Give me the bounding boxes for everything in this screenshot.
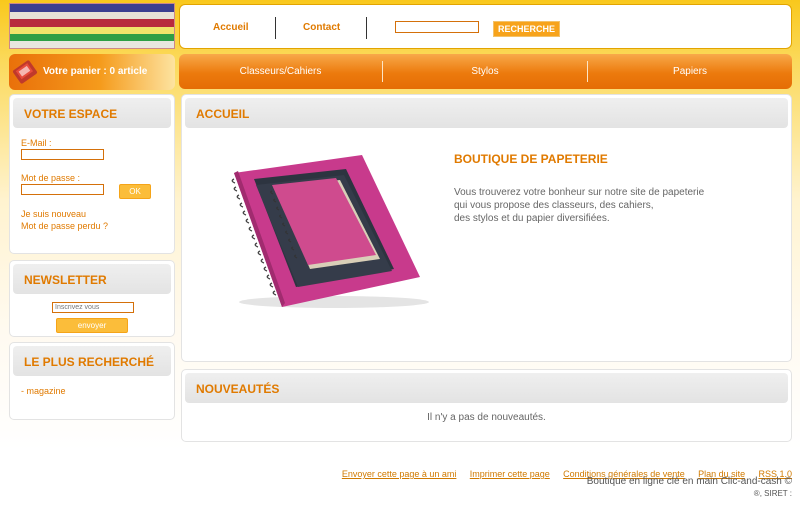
nav-contact-link[interactable]: Contact bbox=[303, 22, 340, 33]
newsletter-title: NEWSLETTER bbox=[24, 273, 107, 287]
footer-send-to-friend-link[interactable]: Envoyer cette page à un ami bbox=[342, 469, 457, 479]
footer-siret: ®, SIRET : bbox=[753, 489, 792, 498]
top-navigation: Accueil Contact RECHERCHE bbox=[179, 4, 792, 49]
newsletter-box-header: NEWSLETTER bbox=[13, 264, 171, 294]
cart-label: Votre panier : 0 article bbox=[43, 66, 148, 77]
new-products-box: NOUVEAUTÉS Il n'y a pas de nouveautés. bbox=[181, 369, 792, 442]
new-user-link[interactable]: Je suis nouveau bbox=[21, 209, 86, 219]
popular-item[interactable]: - magazine bbox=[21, 386, 66, 396]
email-label: E-Mail : bbox=[21, 138, 52, 148]
home-box: ACCUEIL BOUTIQUE DE PAPETERIE Vous trouv… bbox=[181, 94, 792, 362]
search-input[interactable] bbox=[395, 21, 479, 33]
footer-print-link[interactable]: Imprimer cette page bbox=[470, 469, 550, 479]
newsletter-email-input[interactable] bbox=[52, 302, 134, 313]
account-box: VOTRE ESPACE E-Mail : Mot de passe : OK … bbox=[9, 94, 175, 254]
search-button[interactable]: RECHERCHE bbox=[493, 21, 560, 37]
home-title: ACCUEIL bbox=[196, 107, 250, 121]
menu-item-stylos[interactable]: Stylos bbox=[383, 54, 587, 89]
password-label: Mot de passe : bbox=[21, 173, 81, 183]
lost-password-link[interactable]: Mot de passe perdu ? bbox=[21, 221, 108, 231]
new-products-header: NOUVEAUTÉS bbox=[185, 373, 788, 403]
intro-line-2: qui vous propose des classeurs, des cahi… bbox=[454, 200, 654, 211]
account-title: VOTRE ESPACE bbox=[24, 107, 118, 121]
newsletter-box: NEWSLETTER envoyer bbox=[9, 260, 175, 337]
menu-item-papiers[interactable]: Papiers bbox=[588, 54, 792, 89]
account-box-header: VOTRE ESPACE bbox=[13, 98, 171, 128]
footer-credit: Boutique en ligne clé en main Clic-and-c… bbox=[586, 476, 792, 487]
cart-icon bbox=[13, 60, 37, 84]
popular-box: LE PLUS RECHERCHÉ - magazine bbox=[9, 342, 175, 420]
menu-item-classeurs[interactable]: Classeurs/Cahiers bbox=[179, 54, 382, 89]
logo-image[interactable] bbox=[9, 3, 175, 49]
nav-accueil-link[interactable]: Accueil bbox=[213, 22, 249, 33]
popular-title: LE PLUS RECHERCHÉ bbox=[24, 355, 155, 369]
popular-box-header: LE PLUS RECHERCHÉ bbox=[13, 346, 171, 376]
login-ok-button[interactable]: OK bbox=[119, 184, 151, 199]
home-box-header: ACCUEIL bbox=[185, 98, 788, 128]
password-field[interactable] bbox=[21, 184, 104, 195]
nav-divider bbox=[275, 17, 276, 39]
nav-divider bbox=[366, 17, 367, 39]
shop-heading: BOUTIQUE DE PAPETERIE bbox=[454, 152, 608, 166]
category-menu: Classeurs/Cahiers Stylos Papiers bbox=[179, 54, 792, 89]
intro-line-3: des stylos et du papier diversifiées. bbox=[454, 213, 610, 224]
email-field[interactable] bbox=[21, 149, 104, 160]
newsletter-send-button[interactable]: envoyer bbox=[56, 318, 128, 333]
no-new-products-text: Il n'y a pas de nouveautés. bbox=[427, 412, 546, 423]
new-products-title: NOUVEAUTÉS bbox=[196, 382, 280, 396]
notebook-image bbox=[231, 155, 429, 308]
cart-bar[interactable]: Votre panier : 0 article bbox=[9, 54, 175, 90]
intro-line-1: Vous trouverez votre bonheur sur notre s… bbox=[454, 187, 705, 198]
